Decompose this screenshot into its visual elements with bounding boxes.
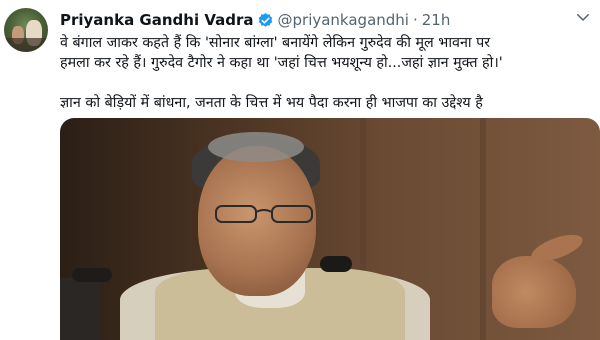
microphone — [72, 268, 112, 282]
tweet-text-line: हमला कर रहे हैं। गुरुदेव टैगोर ने कहा था… — [60, 55, 503, 71]
avatar-ground — [4, 38, 48, 52]
chevron-down-icon[interactable] — [574, 8, 592, 26]
author-handle[interactable]: @priyankagandhi — [278, 11, 409, 29]
speaker-hand — [492, 256, 576, 328]
verified-badge-icon — [258, 12, 272, 27]
tweet-timestamp[interactable]: 21h — [422, 11, 451, 29]
tweet-photo[interactable] — [60, 118, 600, 340]
lapel-microphone — [320, 256, 352, 272]
tweet-header: Priyanka Gandhi Vadra @priyankagandhi · … — [60, 10, 450, 30]
background-panel — [480, 118, 486, 340]
separator-dot: · — [412, 11, 418, 29]
glasses-icon — [215, 205, 313, 223]
podium — [60, 278, 100, 340]
tweet-text-line: वे बंगाल जाकर कहते हैं कि 'सोनार बांग्ला… — [60, 35, 491, 51]
author-avatar[interactable] — [4, 8, 48, 52]
author-name[interactable]: Priyanka Gandhi Vadra — [60, 11, 254, 29]
speaker-grey-hair — [208, 132, 304, 162]
tweet-text-line: ज्ञान को बेड़ियों में बांधना, जनता के चि… — [60, 95, 483, 111]
